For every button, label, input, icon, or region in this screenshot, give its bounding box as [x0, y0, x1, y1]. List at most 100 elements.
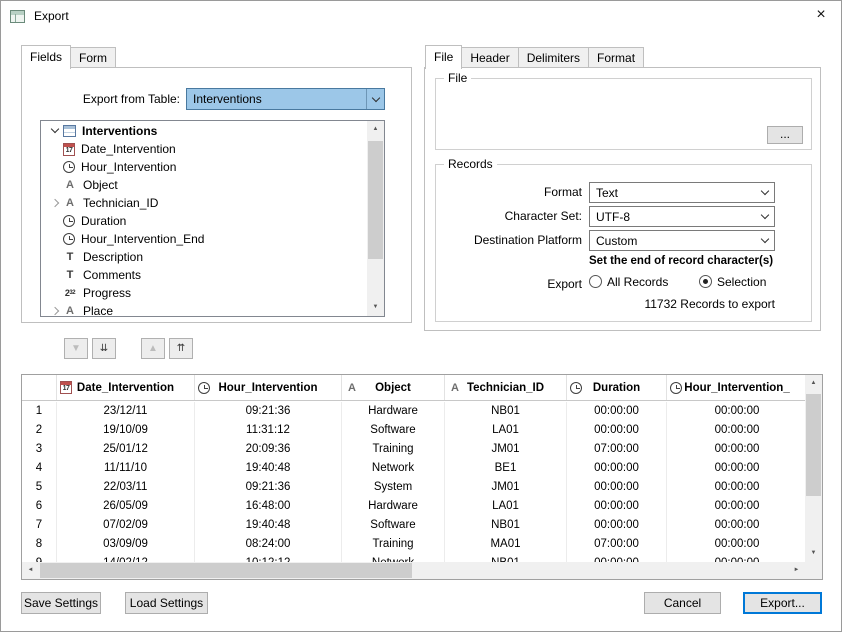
combo-value: Interventions	[187, 89, 366, 109]
records-group: Records Format Text Character Set: UTF-8…	[435, 164, 812, 322]
scrollbar-thumb[interactable]	[806, 394, 821, 496]
column-header-duration[interactable]: Duration	[567, 375, 667, 400]
fields-tab-fields[interactable]: Fields	[21, 45, 71, 69]
export-table-select[interactable]: Interventions	[186, 88, 385, 110]
format-label: Format	[446, 182, 582, 203]
fields-tab-form[interactable]: Form	[70, 47, 116, 68]
table-cell: 08:24:00	[195, 535, 342, 554]
scroll-up-icon[interactable]	[367, 121, 384, 138]
scroll-left-icon[interactable]	[22, 562, 39, 579]
column-header-hour_intervention_[interactable]: Hour_Intervention_	[667, 375, 807, 400]
alpha-icon: A	[345, 381, 359, 395]
row-number: 6	[22, 497, 57, 516]
tree-item-comments[interactable]: TComments	[41, 266, 384, 284]
move-down-button[interactable]: ▼	[64, 338, 88, 359]
row-number: 7	[22, 516, 57, 535]
browse-button[interactable]: ...	[767, 126, 803, 144]
table-row[interactable]: 325/01/1220:09:36TrainingJM0107:00:0000:…	[22, 440, 805, 459]
scroll-right-icon[interactable]	[788, 562, 805, 579]
file-tab-delimiters[interactable]: Delimiters	[518, 47, 589, 68]
table-cell: Training	[342, 535, 445, 554]
destination-platform-select[interactable]: Custom	[589, 230, 775, 251]
text-icon: T	[63, 268, 77, 282]
tree-item-place[interactable]: APlace	[41, 302, 384, 317]
table-row[interactable]: 219/10/0911:31:12SoftwareLA0100:00:0000:…	[22, 421, 805, 440]
time-icon	[63, 233, 75, 245]
tree-item-technician_id[interactable]: ATechnician_ID	[41, 194, 384, 212]
table-row[interactable]: 123/12/1109:21:36HardwareNB0100:00:0000:…	[22, 402, 805, 421]
table-cell: Software	[342, 421, 445, 440]
radio-all-records[interactable]: All Records	[589, 274, 668, 289]
scroll-down-icon[interactable]	[805, 545, 822, 562]
tree-item-label: Hour_Intervention	[81, 160, 176, 174]
tree-item-progress[interactable]: 232Progress	[41, 284, 384, 302]
close-button[interactable]: ×	[801, 1, 841, 31]
tree-item-hour_intervention[interactable]: Hour_Intervention	[41, 158, 384, 176]
cancel-button[interactable]: Cancel	[644, 592, 721, 614]
window-title: Export	[34, 9, 69, 23]
table-cell: 20:09:36	[195, 440, 342, 459]
column-header-technician_id[interactable]: ATechnician_ID	[445, 375, 567, 400]
load-settings-button[interactable]: Load Settings	[125, 592, 208, 614]
tree-item-duration[interactable]: Duration	[41, 212, 384, 230]
file-tab-format[interactable]: Format	[588, 47, 644, 68]
save-settings-button[interactable]: Save Settings	[21, 592, 101, 614]
tree-root-interventions[interactable]: Interventions	[41, 121, 384, 140]
table-row[interactable]: 914/02/1210:12:12NetworkNB0100:00:0000:0…	[22, 554, 805, 562]
table-cell: 11/11/10	[57, 459, 195, 478]
export-from-table-label: Export from Table:	[38, 88, 180, 110]
preview-table: Date_InterventionHour_InterventionA Objec…	[21, 374, 823, 580]
radio-selection[interactable]: Selection	[699, 274, 766, 289]
tree-item-object[interactable]: AObject	[41, 176, 384, 194]
record-character-hint: Set the end of record character(s)	[589, 255, 773, 267]
chevron-down-icon[interactable]	[46, 123, 63, 139]
twisty-spacer	[46, 141, 63, 157]
table-row[interactable]: 411/11/1019:40:48NetworkBE100:00:0000:00…	[22, 459, 805, 478]
tree-vertical-scrollbar[interactable]	[367, 121, 384, 316]
move-all-up-button[interactable]: ⇈	[169, 338, 193, 359]
destination-platform-label: Destination Platform	[446, 230, 582, 251]
scroll-up-icon[interactable]	[805, 375, 822, 392]
alpha-icon: A	[63, 304, 77, 317]
chevron-right-icon[interactable]	[46, 195, 63, 211]
table-cell: Software	[342, 516, 445, 535]
tree-item-description[interactable]: TDescription	[41, 248, 384, 266]
date-icon	[63, 143, 75, 156]
table-row[interactable]: 803/09/0908:24:00TrainingMA0107:00:0000:…	[22, 535, 805, 554]
file-tab-file[interactable]: File	[425, 45, 462, 69]
column-header-object[interactable]: A Object	[342, 375, 445, 400]
export-button[interactable]: Export...	[743, 592, 822, 614]
chevron-right-icon[interactable]	[46, 303, 63, 317]
column-label: Technician_ID	[467, 382, 544, 394]
format-select[interactable]: Text	[589, 182, 775, 203]
tree-root-label: Interventions	[82, 124, 157, 138]
move-up-button[interactable]: ▲	[141, 338, 165, 359]
scroll-down-icon[interactable]	[367, 299, 384, 316]
table-horizontal-scrollbar[interactable]	[22, 562, 805, 579]
column-label: Object	[375, 382, 411, 394]
table-cell: 00:00:00	[667, 535, 805, 554]
column-header-hour_intervention[interactable]: Hour_Intervention	[195, 375, 342, 400]
radio-circle-icon	[699, 275, 712, 288]
twisty-spacer	[46, 159, 63, 175]
twisty-spacer	[46, 213, 63, 229]
table-vertical-scrollbar[interactable]	[805, 375, 822, 562]
scrollbar-thumb[interactable]	[40, 563, 412, 578]
table-row[interactable]: 522/03/1109:21:36SystemJM0100:00:0000:00…	[22, 478, 805, 497]
time-icon	[63, 161, 75, 173]
tree-item-label: Object	[83, 178, 118, 192]
table-row[interactable]: 707/02/0919:40:48SoftwareNB0100:00:0000:…	[22, 516, 805, 535]
file-group: File ...	[435, 78, 812, 150]
table-row[interactable]: 626/05/0916:48:00HardwareLA0100:00:0000:…	[22, 497, 805, 516]
chevron-down-icon	[756, 231, 774, 250]
time-icon	[670, 382, 682, 394]
tree-item-hour_intervention_end[interactable]: Hour_Intervention_End	[41, 230, 384, 248]
table-cell: 00:00:00	[667, 421, 805, 440]
column-header-date_intervention[interactable]: Date_Intervention	[57, 375, 195, 400]
file-tab-header[interactable]: Header	[461, 47, 518, 68]
chevron-shape	[50, 199, 58, 207]
tree-item-date_intervention[interactable]: Date_Intervention	[41, 140, 384, 158]
character-set-select[interactable]: UTF-8	[589, 206, 775, 227]
scrollbar-thumb[interactable]	[368, 141, 383, 259]
move-all-down-button[interactable]: ⇊	[92, 338, 116, 359]
